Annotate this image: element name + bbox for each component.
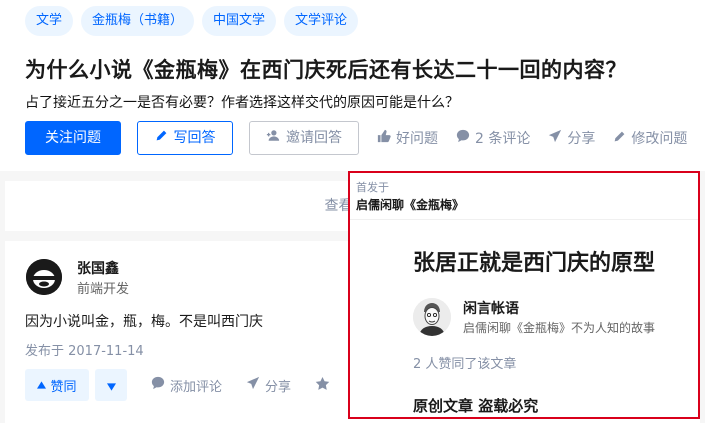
article-author-desc: 启儒闲聊《金瓶梅》不为人知的故事 — [463, 321, 656, 335]
add-comment-label: 添加评论 — [170, 379, 223, 395]
answer-content: 因为小说叫金，瓶，梅。不是叫西门庆 — [25, 314, 263, 330]
paper-plane-icon — [246, 376, 260, 394]
comments-label: 2 条评论 — [475, 131, 531, 147]
topic-tag[interactable]: 中国文学 — [202, 6, 277, 36]
good-question-label: 好问题 — [396, 131, 438, 147]
pen-icon — [155, 122, 168, 154]
author-name[interactable]: 张国鑫 — [77, 258, 119, 278]
article-likes: 2 人赞同了该文章 — [413, 357, 517, 372]
published-in-label: 首发于 — [356, 181, 389, 194]
follow-question-button[interactable]: 关注问题 — [25, 121, 121, 155]
topic-tag[interactable]: 文学 — [25, 6, 74, 36]
downvote-button[interactable] — [95, 369, 127, 401]
invite-answer-button[interactable]: 邀请回答 — [249, 121, 359, 155]
triangle-up-icon — [37, 378, 47, 393]
article-preview-popup[interactable]: 首发于 启儒闲聊《金瓶梅》 张居正就是西门庆的原型 闲言帐语 启儒闲聊《金瓶梅》… — [348, 171, 700, 419]
answer-share-button[interactable]: 分享 — [246, 376, 291, 395]
article-author-name[interactable]: 闲言帐语 — [463, 298, 519, 318]
thumbs-up-icon — [377, 129, 391, 147]
upvote-button[interactable]: 赞同 — [25, 369, 89, 401]
copyright-notice: 原创文章 盗载必究 — [413, 397, 539, 415]
avatar[interactable] — [413, 298, 451, 336]
share-button[interactable]: 分享 — [548, 128, 595, 148]
avatar[interactable] — [26, 259, 62, 295]
portrait-sketch-icon — [413, 298, 451, 336]
edit-question-button[interactable]: 修改问题 — [613, 128, 687, 148]
triangle-down-icon — [106, 376, 116, 395]
comment-icon — [456, 129, 470, 147]
good-question-button[interactable]: 好问题 — [377, 128, 438, 148]
edit-label: 修改问题 — [631, 131, 688, 147]
question-detail: 占了接近五分之一是否有必要？作者选择这样交代的原因可能是什么？ — [25, 95, 459, 111]
add-person-icon — [266, 122, 280, 154]
answer-actions: 赞同 添加评论 分享 — [25, 369, 330, 401]
ape-logo-icon — [26, 259, 62, 295]
answer-date[interactable]: 发布于 2017-11-14 — [25, 340, 144, 359]
favorite-button[interactable] — [315, 376, 330, 395]
add-comment-button[interactable]: 添加评论 — [151, 376, 222, 395]
topic-tag[interactable]: 金瓶梅（书籍） — [81, 6, 195, 36]
pen-icon — [613, 130, 626, 147]
comment-icon — [151, 376, 165, 394]
article-title[interactable]: 张居正就是西门庆的原型 — [413, 245, 655, 277]
paper-plane-icon — [548, 129, 562, 147]
comments-button[interactable]: 2 条评论 — [456, 128, 530, 148]
question-actions: 关注问题 写回答 邀请回答 好问题 2 条评论 分享 修改问题 — [25, 121, 687, 155]
write-answer-button[interactable]: 写回答 — [137, 121, 233, 155]
invite-label: 邀请回答 — [286, 130, 342, 146]
share-label: 分享 — [567, 131, 596, 147]
divider — [350, 219, 698, 220]
topic-tag[interactable]: 文学评论 — [284, 6, 359, 36]
follow-label: 关注问题 — [45, 130, 101, 146]
topic-tags: 文学 金瓶梅（书籍） 中国文学 文学评论 — [25, 6, 359, 36]
column-name[interactable]: 启儒闲聊《金瓶梅》 — [356, 196, 464, 213]
author-headline: 前端开发 — [77, 282, 130, 297]
write-label: 写回答 — [173, 130, 216, 146]
star-icon — [315, 376, 330, 395]
question-title: 为什么小说《金瓶梅》在西门庆死后还有长达二十一回的内容？ — [25, 58, 627, 82]
question-header: 文学 金瓶梅（书籍） 中国文学 文学评论 为什么小说《金瓶梅》在西门庆死后还有长… — [0, 0, 705, 171]
answer-share-label: 分享 — [265, 379, 292, 395]
upvote-label: 赞同 — [50, 379, 77, 395]
